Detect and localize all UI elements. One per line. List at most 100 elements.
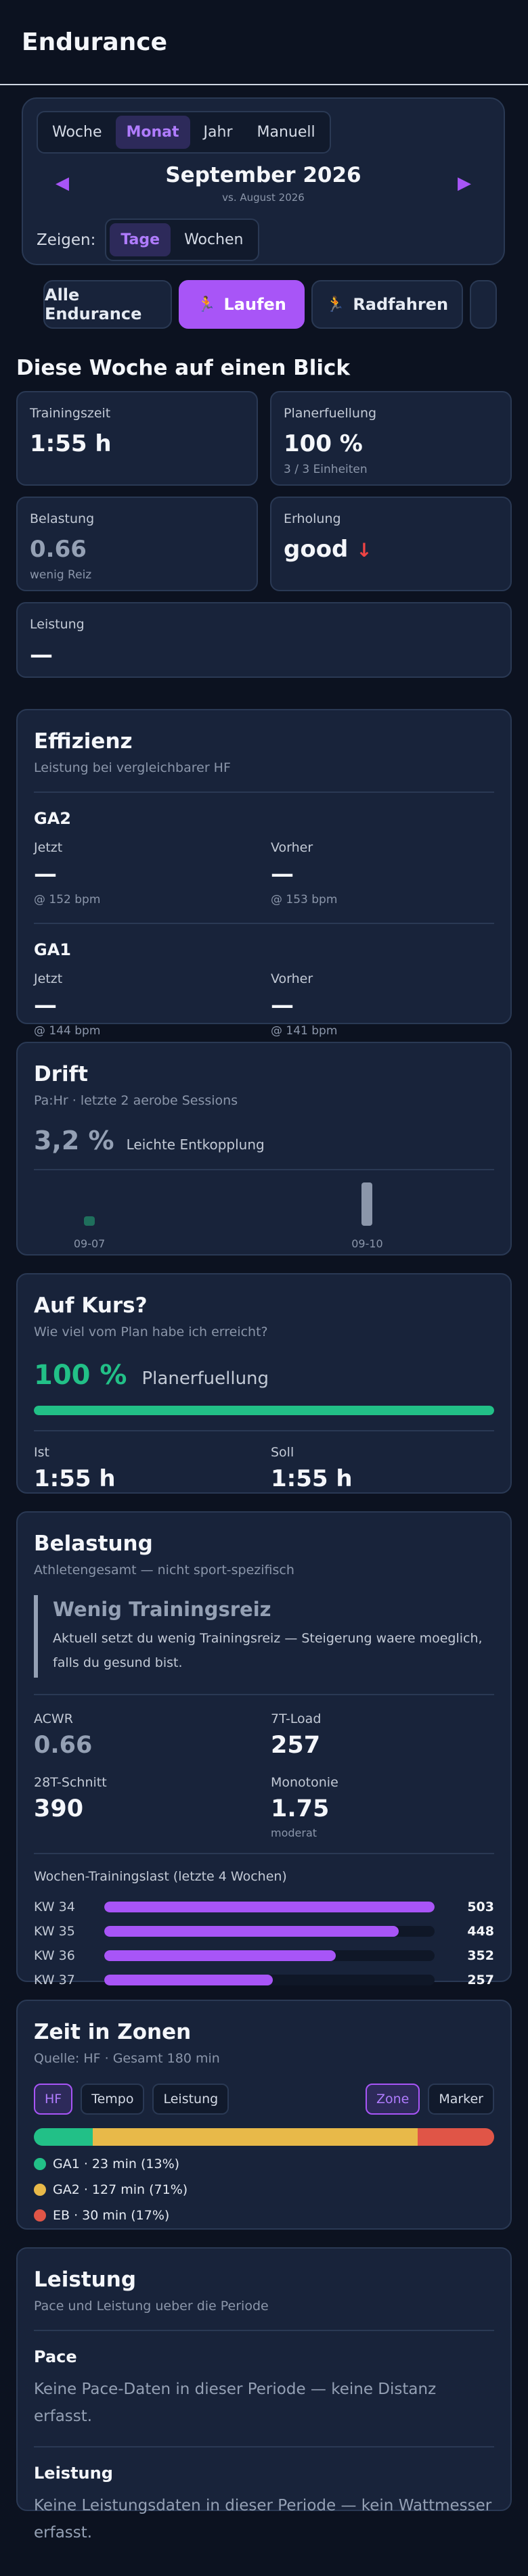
month-display: September 2026 vs. August 2026 <box>165 163 361 204</box>
metric-28t-schnitt: 28T-Schnitt 390 <box>34 1775 271 1839</box>
runner-icon: 🏃 <box>197 296 216 313</box>
stat-value: good ↓ <box>284 536 498 563</box>
card-title: Auf Kurs? <box>34 1293 148 1318</box>
zone-chips: HF Tempo Leistung Zone Marker <box>34 2084 494 2115</box>
zone-name: GA2 <box>34 809 71 828</box>
stat-value: 1:55 h <box>30 430 112 457</box>
show-tage-button[interactable]: Tage <box>110 223 171 256</box>
source-chip-tempo[interactable]: Tempo <box>81 2084 145 2115</box>
tab-woche[interactable]: Woche <box>41 116 113 149</box>
drift-tick-label: 09-07 <box>73 1237 106 1250</box>
metric-label: 7T-Load <box>271 1711 322 1726</box>
zonen-card: Zeit in Zonen Quelle: HF · Gesamt 180 mi… <box>16 2000 512 2230</box>
metric-7t-load: 7T-Load 257 <box>271 1711 496 1759</box>
weekly-load-row: KW 35 448 <box>34 1919 494 1944</box>
zone-color-dot <box>34 2209 46 2222</box>
prev-hr: @ 141 bpm <box>271 1024 338 1038</box>
divider <box>34 2446 494 2447</box>
divider <box>34 2330 494 2331</box>
card-subtitle: Pa:Hr · letzte 2 aerobe Sessions <box>34 1093 238 1108</box>
prev-label: Vorher <box>271 840 313 855</box>
metric-monotonie: Monotonie 1.75 moderat <box>271 1775 496 1839</box>
drift-bar <box>361 1182 373 1226</box>
zone-segment-ga2 <box>92 2128 418 2146</box>
divider <box>34 791 494 793</box>
kurs-summary: 100 % Planerfuellung <box>34 1360 494 1391</box>
effizienz-ga2: GA2 Jetzt — @ 152 bpm Vorher — @ 153 bpm <box>34 809 494 906</box>
stat-label: Trainingszeit <box>30 406 111 421</box>
soll-label: Soll <box>271 1445 294 1460</box>
drift-chart: 09-07 09-10 <box>34 1169 494 1250</box>
drift-tick-label: 09-10 <box>351 1237 383 1250</box>
zone-legend-label: GA1 · 23 min (13%) <box>53 2157 180 2171</box>
now-value: — <box>34 992 57 1019</box>
sport-tab-radfahren[interactable]: 🏃 Radfahren <box>311 280 463 329</box>
show-options: Tage Wochen <box>105 218 259 261</box>
week-label: KW 37 <box>34 1973 75 1987</box>
sport-tab-label: Radfahren <box>353 295 449 314</box>
effizienz-card: Effizienz Leistung bei vergleichbarer HF… <box>16 709 512 1038</box>
card-title: Leistung <box>34 2268 137 2292</box>
zone-legend-item: GA2 · 127 min (71%) <box>34 2182 494 2197</box>
week-value: 257 <box>467 1973 494 1987</box>
tab-monat[interactable]: Monat <box>115 116 190 149</box>
now-label: Jetzt <box>34 971 63 986</box>
source-chip-leistung[interactable]: Leistung <box>152 2084 229 2115</box>
prev-month-icon[interactable]: ◀ <box>56 173 69 193</box>
power-title: Leistung <box>34 2464 113 2483</box>
card-title: Drift <box>34 1062 88 1086</box>
divider <box>34 1853 494 1854</box>
period-selector: Woche Monat Jahr Manuell ◀ September 202… <box>22 97 505 265</box>
stat-trainingszeit: Trainingszeit 1:55 h <box>16 391 258 486</box>
mode-chip-zone[interactable]: Zone <box>365 2084 420 2115</box>
runner-icon: 🏃 <box>326 296 345 313</box>
week-value: 448 <box>467 1924 494 1939</box>
zone-segment-ga1 <box>34 2128 93 2146</box>
belastung-card: Belastung Athletengesamt — nicht sport-s… <box>16 1511 512 1987</box>
source-chip-hf[interactable]: HF <box>34 2084 73 2115</box>
tab-jahr[interactable]: Jahr <box>193 116 244 149</box>
power-text: Keine Leistungsdaten in dieser Periode —… <box>34 2497 492 2542</box>
week-label: KW 36 <box>34 1948 75 1963</box>
show-wochen-button[interactable]: Wochen <box>173 223 254 256</box>
month-title: September 2026 <box>165 163 361 187</box>
sport-tabs: Alle Endurance 🏃 Laufen 🏃 Radfahren <box>43 280 528 329</box>
week-label: KW 35 <box>34 1924 75 1939</box>
load-status-title: Wenig Trainingsreiz <box>53 1598 271 1621</box>
tab-manuell[interactable]: Manuell <box>246 116 326 149</box>
sport-tab-laufen[interactable]: 🏃 Laufen <box>179 280 305 329</box>
stat-erholung: Erholung good ↓ <box>270 497 512 591</box>
card-title: Belastung <box>34 1532 153 1556</box>
week-bar <box>104 1950 336 1961</box>
prev-hr: @ 153 bpm <box>271 893 338 906</box>
stat-belastung: Belastung 0.66 wenig Reiz <box>16 497 258 591</box>
weekly-load-row: KW 37 257 <box>34 1968 494 1992</box>
card-title: Effizienz <box>34 729 133 754</box>
card-subtitle: Athletengesamt — nicht sport-spezifisch <box>34 1563 294 1578</box>
metric-label: Monotonie <box>271 1775 338 1790</box>
load-status-box: Wenig Trainingsreiz Aktuell setzt du wen… <box>34 1595 494 1678</box>
stat-label: Planerfuellung <box>284 406 377 421</box>
card-subtitle: Leistung bei vergleichbarer HF <box>34 760 231 775</box>
sport-tab-more[interactable] <box>470 280 497 329</box>
mode-chip-marker[interactable]: Marker <box>428 2084 494 2115</box>
sport-tab-all[interactable]: Alle Endurance <box>43 280 172 329</box>
zone-legend-item: EB · 30 min (17%) <box>34 2208 494 2223</box>
drift-card: Drift Pa:Hr · letzte 2 aerobe Sessions 3… <box>16 1042 512 1256</box>
now-hr: @ 144 bpm <box>34 1024 101 1038</box>
ist-label: Ist <box>34 1445 49 1460</box>
week-label: KW 34 <box>34 1900 75 1914</box>
weekly-load-chart: KW 34 503 KW 35 448 KW 36 352 KW 37 257 <box>34 1895 494 1992</box>
month-compare: vs. August 2026 <box>222 191 305 204</box>
sport-tab-label: Laufen <box>223 295 286 314</box>
stat-value: 0.66 <box>30 536 87 563</box>
card-subtitle: Wie viel vom Plan habe ich erreicht? <box>34 1325 268 1339</box>
load-status-text: Aktuell setzt du wenig Trainingsreiz — S… <box>53 1631 483 1670</box>
prev-value: — <box>271 992 294 1019</box>
stat-planerfuellung: Planerfuellung 100 % 3 / 3 Einheiten <box>270 391 512 486</box>
show-toggle: Zeigen: Tage Wochen <box>37 218 490 261</box>
now-value: — <box>34 860 57 888</box>
next-month-icon[interactable]: ▶ <box>458 173 471 193</box>
page: Endurance Woche Monat Jahr Manuell ◀ Sep… <box>0 0 528 2576</box>
drift-summary: 3,2 % Leichte Entkopplung <box>34 1126 494 1155</box>
